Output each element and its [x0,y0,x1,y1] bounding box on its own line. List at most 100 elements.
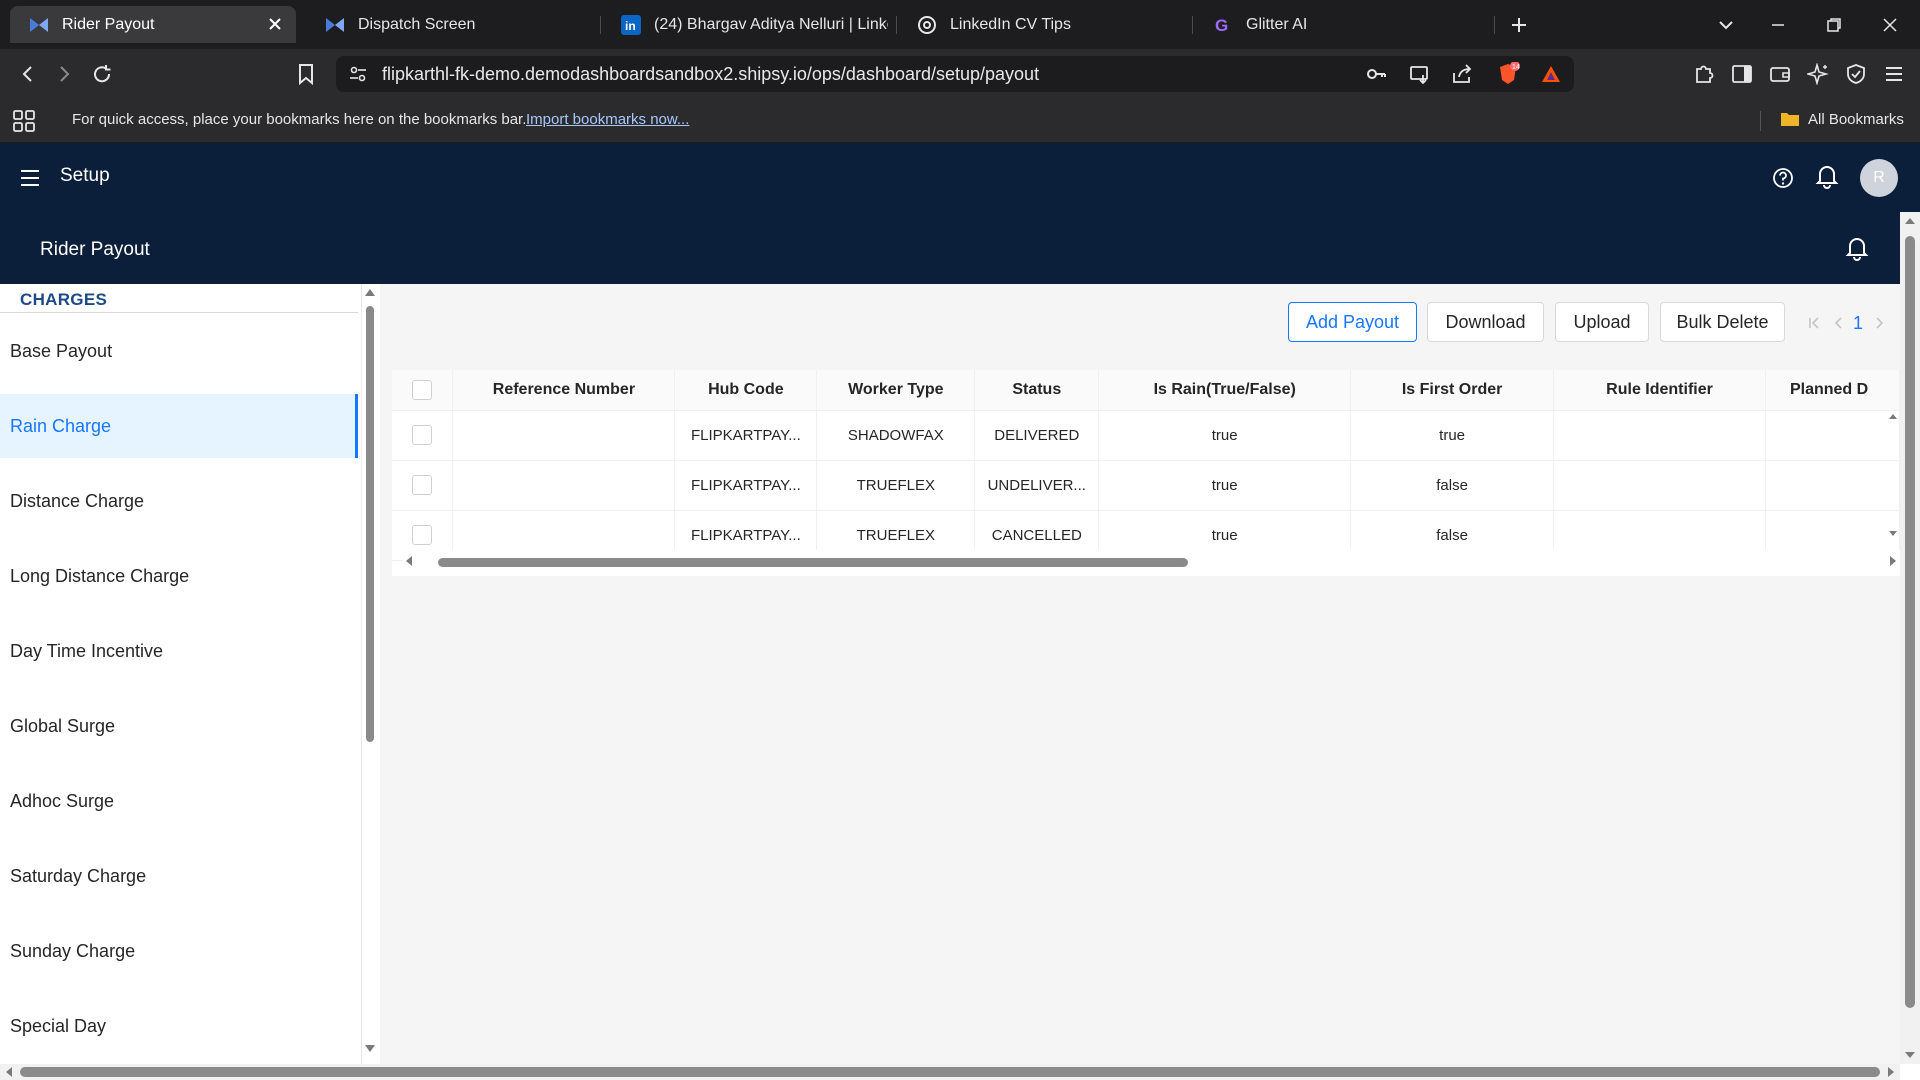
new-tab-icon[interactable] [1507,13,1531,37]
tab-separator [600,16,601,34]
page-horizontal-scrollbar-thumb[interactable] [20,1067,1880,1077]
site-settings-icon[interactable] [346,62,370,86]
app-header: Setup R [0,143,1920,212]
column-header-hub-code[interactable]: Hub Code [674,370,818,411]
bookmarks-bar: For quick access, place your bookmarks h… [0,99,1920,143]
import-bookmarks-link[interactable]: Import bookmarks now... [526,111,689,128]
minimize-window-icon[interactable] [1766,13,1790,37]
hamburger-menu-icon[interactable] [16,164,44,192]
tab-linkedin-profile[interactable]: in (24) Bhargav Aditya Nelluri | LinkedI [602,6,888,43]
shield-badge-count: 14 [1512,64,1520,71]
sidebar-item-day-time-incentive[interactable]: Day Time Incentive [0,619,358,683]
tab-list-chevron-down-icon[interactable] [1714,13,1738,37]
sidebar-item-adhoc-surge[interactable]: Adhoc Surge [0,769,358,833]
sidebar-item-distance-charge[interactable]: Distance Charge [0,469,358,533]
download-button[interactable]: Download [1427,302,1544,342]
row-select-cell [392,460,454,511]
install-app-icon[interactable] [1408,62,1432,86]
sidebar-toggle-icon[interactable] [1728,60,1756,88]
tab-separator [1192,16,1193,34]
main-content: Add Payout Download Upload Bulk Delete 1… [380,284,1900,1064]
help-question-icon[interactable] [1769,164,1797,192]
table-vertical-scrollbar[interactable] [1886,410,1900,540]
add-payout-button[interactable]: Add Payout [1288,302,1417,342]
tab-rider-payout[interactable]: Rider Payout [10,6,296,43]
password-key-icon[interactable] [1364,62,1388,86]
bookmarks-bar-message: For quick access, place your bookmarks h… [72,111,527,128]
row-checkbox[interactable] [412,475,433,495]
all-bookmarks-button[interactable]: All Bookmarks [1780,110,1904,128]
cell-is-rain: true [1098,410,1352,461]
table-horizontal-scrollbar-thumb[interactable] [438,558,1188,567]
tab-linkedin-cv-tips[interactable]: LinkedIn CV Tips [898,6,1184,43]
sidebar-item-base-payout[interactable]: Base Payout [0,319,358,383]
sidebar-item-rain-charge[interactable]: Rain Charge [0,394,358,458]
notification-bell-icon[interactable] [1813,162,1841,190]
page-vertical-scrollbar-thumb[interactable] [1905,236,1915,1008]
sidebar-item-special-day[interactable]: Special Day [0,994,358,1058]
user-avatar[interactable]: R [1860,159,1898,197]
reload-icon[interactable] [88,60,116,88]
column-header-planned[interactable]: Planned D [1765,370,1900,411]
first-page-icon[interactable] [1805,314,1823,332]
select-all-cell [392,370,454,411]
close-tab-icon[interactable] [266,15,284,33]
cell-is-first-order: false [1350,460,1555,511]
glitter-logo-icon: G [1212,14,1234,36]
column-header-rule-identifier[interactable]: Rule Identifier [1553,370,1766,411]
brave-rewards-icon[interactable] [1539,62,1563,86]
sidebar-item-saturday-charge[interactable]: Saturday Charge [0,844,358,908]
table-row[interactable]: FLIPKARTPAY... SHADOWFAX DELIVERED true … [392,410,1900,461]
address-bar[interactable]: flipkarthl-fk-demo.demodashboardsandbox2… [336,56,1574,92]
select-all-checkbox[interactable] [412,379,433,400]
cell-worker-type: TRUEFLEX [816,460,976,511]
restore-window-icon[interactable] [1822,13,1846,37]
close-window-icon[interactable] [1878,13,1902,37]
svg-text:in: in [625,19,636,33]
sidebar-item-sunday-charge[interactable]: Sunday Charge [0,919,358,983]
column-header-is-first-order[interactable]: Is First Order [1350,370,1555,411]
column-header-worker-type[interactable]: Worker Type [816,370,976,411]
sidebar-heading-divider [0,312,358,313]
current-page-number[interactable]: 1 [1853,313,1863,334]
table-horizontal-scrollbar[interactable] [402,550,1900,572]
url-text[interactable]: flipkarthl-fk-demo.demodashboardsandbox2… [382,64,1039,85]
extensions-puzzle-icon[interactable] [1690,60,1718,88]
cell-rule-identifier [1553,460,1766,511]
column-header-is-rain[interactable]: Is Rain(True/False) [1098,370,1352,411]
previous-page-icon[interactable] [1829,314,1847,332]
tab-separator [1494,16,1495,34]
next-page-icon[interactable] [1871,314,1889,332]
menu-hamburger-icon[interactable] [1880,60,1908,88]
sidebar-heading: CHARGES [20,290,108,309]
row-checkbox[interactable] [412,525,433,545]
column-header-reference-number[interactable]: Reference Number [452,370,676,411]
table-row[interactable]: FLIPKARTPAY... TRUEFLEX UNDELIVER... tru… [392,460,1900,511]
bookmark-icon[interactable] [292,60,320,88]
page-notification-bell-icon[interactable] [1843,234,1871,262]
brave-shield-icon[interactable]: 14 [1496,62,1520,86]
cell-rule-identifier [1553,410,1766,461]
sidebar-item-global-surge[interactable]: Global Surge [0,694,358,758]
apps-grid-icon[interactable] [10,107,38,135]
bulk-delete-button[interactable]: Bulk Delete [1660,302,1785,342]
sidebar-item-long-distance-charge[interactable]: Long Distance Charge [0,544,358,608]
forward-arrow-icon[interactable] [50,60,78,88]
cell-is-rain: true [1098,460,1352,511]
vpn-shield-icon[interactable] [1842,60,1870,88]
svg-text:G: G [1215,16,1228,35]
sidebar-scrollbar-thumb[interactable] [366,306,374,742]
row-checkbox[interactable] [412,425,433,445]
cell-is-first-order: true [1350,410,1555,461]
share-icon[interactable] [1450,62,1474,86]
tab-dispatch-screen[interactable]: Dispatch Screen [306,6,592,43]
column-header-status[interactable]: Status [974,370,1100,411]
payout-table-container: Reference Number Hub Code Worker Type St… [392,370,1900,576]
back-arrow-icon[interactable] [14,60,42,88]
tab-glitter-ai[interactable]: G Glitter AI [1194,6,1480,43]
wallet-icon[interactable] [1766,60,1794,88]
cell-hub-code: FLIPKARTPAY... [674,460,818,511]
tab-separator [896,16,897,34]
leo-ai-sparkle-icon[interactable] [1804,60,1832,88]
upload-button[interactable]: Upload [1555,302,1649,342]
